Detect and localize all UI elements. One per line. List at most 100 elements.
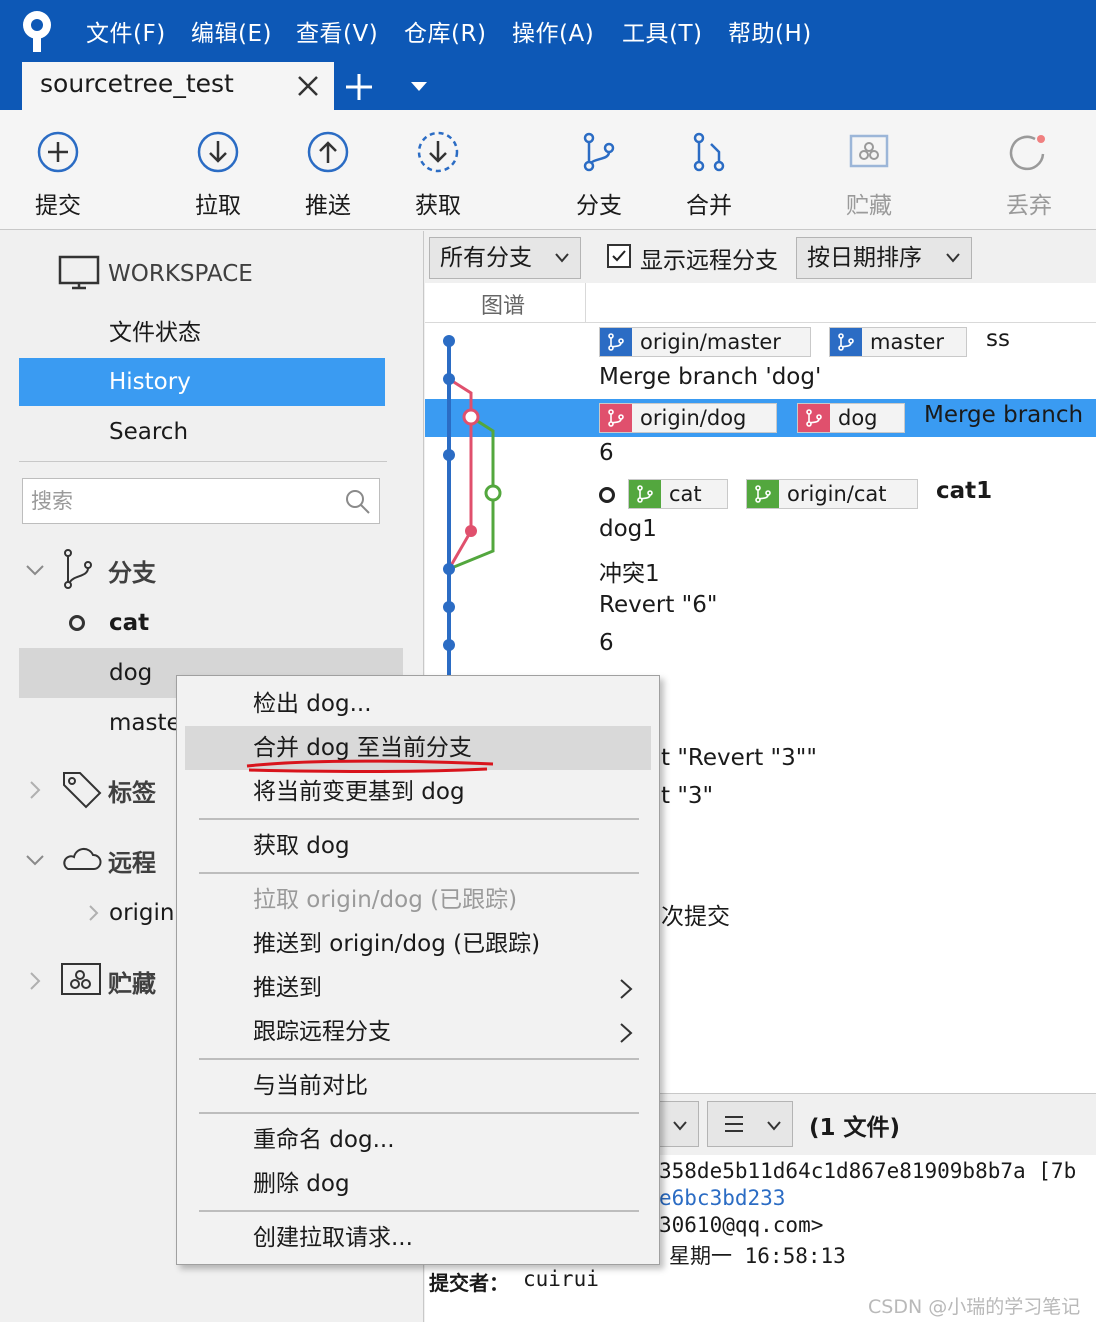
commit-label: 提交	[35, 193, 81, 219]
divider	[19, 461, 387, 462]
menu-repository[interactable]: 仓库(R)	[404, 14, 486, 48]
chevron-down-icon	[767, 1121, 781, 1131]
commit-message: dog1	[599, 516, 657, 542]
menu-item-diff-against-current[interactable]: 与当前对比	[185, 1064, 651, 1108]
commit-row[interactable]: dog1	[425, 513, 1096, 551]
branch-icon	[64, 549, 92, 589]
menu-item-create-pull-request[interactable]: 创建拉取请求...	[185, 1216, 651, 1260]
toolbar: 提交 拉取 推送 获取 分支 合并 贮藏 丢弃	[0, 110, 1096, 230]
pull-button[interactable]: 拉取	[173, 110, 263, 228]
chevron-down-icon[interactable]	[24, 849, 46, 871]
menu-item-pull[interactable]: 拉取 origin/dog (已跟踪)	[185, 878, 651, 922]
menu-help[interactable]: 帮助(H)	[728, 14, 812, 48]
menu-view[interactable]: 查看(V)	[296, 14, 378, 48]
branches-section-header[interactable]: 分支	[24, 547, 404, 591]
menu-actions[interactable]: 操作(A)	[512, 14, 594, 48]
search-icon[interactable]	[345, 489, 371, 515]
sidebar-search[interactable]	[22, 478, 380, 524]
menu-tools[interactable]: 工具(T)	[622, 14, 703, 48]
list-icon	[725, 1116, 743, 1132]
menu-item-rebase[interactable]: 将当前变更基到 dog	[185, 770, 651, 814]
tag-icon	[63, 772, 102, 809]
chevron-right-icon	[620, 979, 633, 999]
author-email: 30610@qq.com>	[659, 1213, 824, 1237]
title-bar: 文件(F) 编辑(E) 查看(V) 仓库(R) 操作(A) 工具(T) 帮助(H…	[0, 0, 1096, 110]
commit-row[interactable]: Revert "6"	[425, 589, 1096, 627]
show-remote-checkbox[interactable]	[607, 244, 631, 268]
stash-label: 贮藏	[846, 193, 892, 219]
column-divider[interactable]	[585, 283, 586, 323]
menu-item-rename[interactable]: 重命名 dog...	[185, 1118, 651, 1162]
show-remote-label[interactable]: 显示远程分支	[640, 241, 778, 275]
menu-item-checkout[interactable]: 检出 dog...	[185, 682, 651, 726]
committer-label: 提交者：	[429, 1271, 509, 1295]
fetch-icon	[417, 131, 459, 173]
graph-column-header[interactable]: 图谱	[481, 288, 525, 320]
branch-item-cat[interactable]: cat	[19, 598, 403, 648]
merge-button[interactable]: 合并	[664, 110, 754, 228]
branch-button[interactable]: 分支	[554, 110, 644, 228]
filter-bar: 所有分支 显示远程分支 按日期排序	[425, 231, 1096, 283]
ref-badge-origin-cat[interactable]: origin/cat	[746, 479, 918, 509]
menu-item-fetch[interactable]: 获取 dog	[185, 824, 651, 868]
menu-item-push-to[interactable]: 推送到	[185, 966, 651, 1010]
parent-hash-link[interactable]: e6bc3bd233	[659, 1186, 785, 1210]
branch-filter-dropdown[interactable]: 所有分支	[429, 237, 581, 279]
commit-message: 6	[599, 440, 614, 466]
view-mode-dropdown[interactable]	[657, 1101, 699, 1147]
menu-edit[interactable]: 编辑(E)	[191, 14, 272, 48]
ref-badge-origin-dog[interactable]: origin/dog	[599, 403, 777, 433]
menu-item-label: 跟踪远程分支	[253, 1019, 391, 1045]
menu-item-track-remote[interactable]: 跟踪远程分支	[185, 1010, 651, 1054]
arrow-up-circle-icon	[307, 131, 349, 173]
sidebar-item-history[interactable]: History	[19, 358, 385, 406]
sidebar-item-file-status[interactable]: 文件状态	[19, 309, 385, 357]
search-input[interactable]	[31, 485, 331, 517]
ref-label: origin/cat	[787, 482, 887, 506]
chevron-right-icon[interactable]	[24, 779, 46, 801]
discard-icon	[1009, 135, 1045, 171]
menu-item-push-tracked[interactable]: 推送到 origin/dog (已跟踪)	[185, 922, 651, 966]
pull-label: 拉取	[195, 193, 241, 219]
stash-icon	[849, 134, 889, 168]
check-icon	[612, 250, 626, 262]
chevron-down-icon[interactable]	[24, 559, 46, 581]
commit-row[interactable]: origin/dog dog Merge branch	[425, 399, 1096, 437]
branch-item-label: maste	[109, 710, 181, 736]
ref-badge-origin-master[interactable]: origin/master	[599, 327, 811, 357]
commit-row[interactable]: 6	[425, 627, 1096, 665]
branches-label: 分支	[108, 559, 156, 587]
sort-dropdown[interactable]: 按日期排序	[796, 237, 972, 279]
chevron-right-icon[interactable]	[24, 970, 46, 992]
ref-badge-dog[interactable]: dog	[797, 403, 905, 433]
list-view-dropdown[interactable]	[707, 1101, 793, 1147]
chevron-right-icon	[620, 1023, 633, 1043]
sidebar-item-search[interactable]: Search	[19, 408, 385, 456]
ref-badge-master[interactable]: master	[829, 327, 967, 357]
cloud-icon	[63, 847, 102, 870]
chevron-down-icon[interactable]	[410, 80, 428, 94]
ref-badge-cat[interactable]: cat	[628, 479, 728, 509]
close-icon[interactable]	[294, 72, 322, 100]
menu-separator	[199, 1112, 639, 1114]
stash-button[interactable]: 贮藏	[824, 110, 914, 228]
commit-row[interactable]: origin/master master ss	[425, 323, 1096, 361]
menu-file[interactable]: 文件(F)	[86, 14, 166, 48]
commit-row[interactable]: cat origin/cat cat1	[425, 475, 1096, 513]
commit-row[interactable]: Merge branch 'dog'	[425, 361, 1096, 399]
branch-context-menu: 检出 dog... 合并 dog 至当前分支 将当前变更基到 dog 获取 do…	[176, 675, 660, 1265]
commit-row[interactable]: 冲突1	[425, 551, 1096, 589]
fetch-button[interactable]: 获取	[393, 110, 483, 228]
branch-icon	[600, 328, 632, 356]
commit-date: 星期一 16:58:13	[669, 1244, 846, 1268]
commit-button[interactable]: 提交	[13, 110, 103, 228]
discard-button[interactable]: 丢弃	[984, 110, 1074, 228]
push-button[interactable]: 推送	[283, 110, 373, 228]
chevron-right-icon[interactable]	[85, 904, 103, 922]
tab-repository[interactable]: sourcetree_test	[22, 62, 334, 110]
add-tab-icon[interactable]	[344, 72, 374, 102]
commit-row[interactable]: 6	[425, 437, 1096, 475]
menu-item-delete[interactable]: 删除 dog	[185, 1162, 651, 1206]
commit-message: Revert "6"	[599, 592, 718, 618]
push-label: 推送	[305, 193, 351, 219]
